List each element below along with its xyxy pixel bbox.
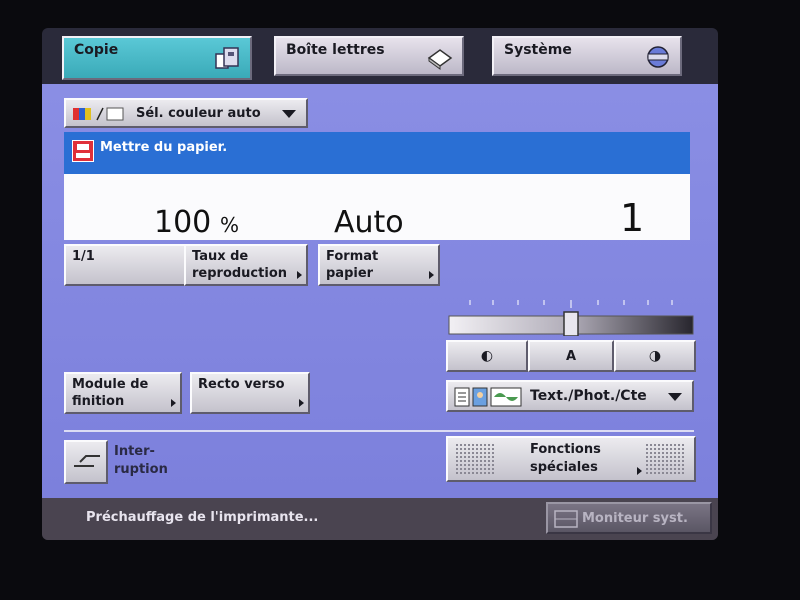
finisher-label-1: Module de: [72, 377, 149, 392]
special-label-1: Fonctions: [530, 442, 601, 457]
message-text: Mettre du papier.: [100, 140, 228, 155]
monitor-icon: [554, 510, 578, 528]
tab-mailbox[interactable]: Boîte lettres: [274, 36, 464, 76]
ratio-value: 100: [154, 205, 212, 240]
copier-screen: Copie Boîte lettres Système Sél. couleur…: [42, 28, 718, 540]
chevron-down-icon: [282, 110, 296, 118]
reproduction-ratio-button[interactable]: Taux de reproduction: [184, 244, 308, 286]
message-bar: Mettre du papier.: [64, 132, 690, 174]
chevron-down-icon: [668, 393, 682, 401]
status-text: Préchauffage de l'imprimante...: [86, 510, 319, 525]
chevron-right-icon: [297, 271, 302, 279]
reproduction-label-2: reproduction: [192, 266, 287, 281]
ratio-unit: %: [220, 213, 240, 237]
finisher-label-2: finition: [72, 394, 125, 409]
original-type-icon: [454, 387, 522, 407]
special-functions-button[interactable]: Fonctions spéciales: [446, 436, 696, 482]
interrupt-label-2: ruption: [114, 462, 168, 477]
color-mode-icon: [73, 107, 124, 121]
duplex-label: Recto verso: [198, 377, 285, 392]
one-to-one-button[interactable]: 1/1: [64, 244, 186, 286]
density-auto-label: A: [565, 349, 577, 364]
format-label-2: papier: [326, 266, 374, 281]
chevron-right-icon: [429, 271, 434, 279]
chevron-right-icon: [637, 467, 642, 475]
interrupt-label-1: Inter-: [114, 444, 155, 459]
chevron-right-icon: [299, 399, 304, 407]
color-select-label: Sél. couleur auto: [136, 106, 261, 121]
copy-status-display: Mettre du papier. 100 % Auto 1: [64, 132, 690, 240]
copy-readout: 100 % Auto 1: [64, 174, 690, 240]
density-auto-button[interactable]: A: [528, 340, 614, 372]
paper-alert-icon: [72, 140, 94, 162]
color-select-dropdown[interactable]: Sél. couleur auto: [64, 98, 308, 128]
system-monitor-button[interactable]: Moniteur syst.: [546, 502, 712, 534]
format-label-1: Format: [326, 249, 379, 264]
density-slider-thumb[interactable]: [563, 311, 579, 337]
paper-format-button[interactable]: Format papier: [318, 244, 440, 286]
reproduction-label-1: Taux de: [192, 249, 249, 264]
tab-mailbox-label: Boîte lettres: [286, 42, 385, 58]
system-monitor-label: Moniteur syst.: [582, 511, 688, 526]
divider: [64, 430, 694, 432]
tab-system[interactable]: Système: [492, 36, 682, 76]
paper-value: Auto: [334, 205, 404, 240]
copies-count: 1: [620, 196, 645, 240]
status-bar: Préchauffage de l'imprimante... Moniteur…: [42, 498, 718, 540]
half-moon-left-icon: ◐: [480, 348, 494, 364]
density-lighter-button[interactable]: ◐: [446, 340, 528, 372]
duplex-button[interactable]: Recto verso: [190, 372, 310, 414]
original-type-label: Text./Phot./Cte: [530, 388, 647, 404]
chevron-right-icon: [171, 399, 176, 407]
system-icon: [647, 46, 669, 68]
one-to-one-label: 1/1: [72, 249, 95, 264]
tab-system-label: Système: [504, 42, 572, 58]
original-type-dropdown[interactable]: Text./Phot./Cte: [446, 380, 694, 412]
tab-copy-label: Copie: [74, 42, 119, 58]
half-moon-right-icon: ◑: [648, 348, 662, 364]
mailbox-icon: [427, 49, 453, 70]
interrupt-icon: [74, 455, 100, 467]
grid-pattern-icon: [646, 444, 686, 474]
grid-pattern-icon: [456, 444, 496, 474]
density-scale: [448, 298, 694, 337]
density-darker-button[interactable]: ◑: [614, 340, 696, 372]
copy-panel: Sél. couleur auto Mettre du papier. 100 …: [42, 84, 718, 498]
tab-copy[interactable]: Copie: [62, 36, 252, 80]
copy-icon: [215, 47, 239, 69]
interrupt-button[interactable]: [64, 440, 108, 484]
density-slider[interactable]: [448, 298, 694, 337]
finisher-button[interactable]: Module de finition: [64, 372, 182, 414]
special-label-2: spéciales: [530, 460, 598, 475]
